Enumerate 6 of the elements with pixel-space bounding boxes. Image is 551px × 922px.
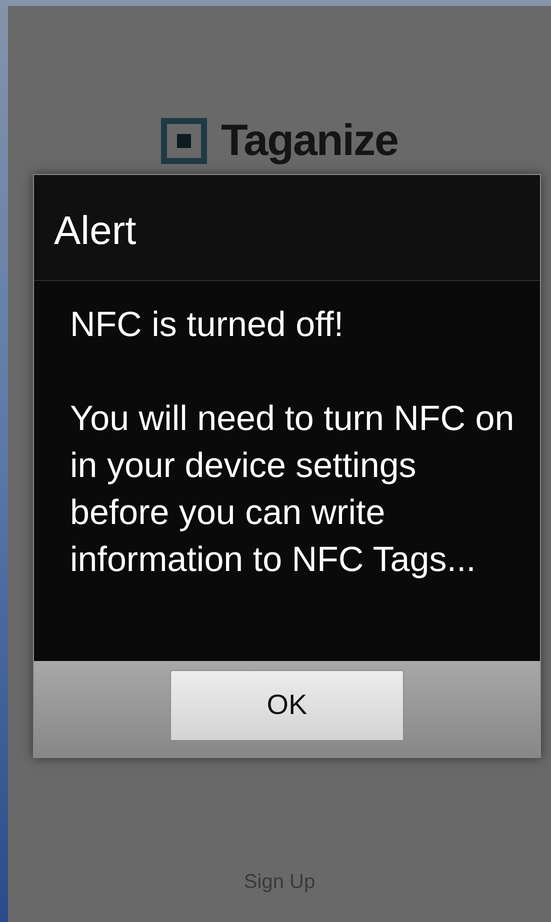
app-logo-text: Taganize [220, 116, 398, 166]
dialog-message: NFC is turned off! [70, 304, 345, 346]
ok-button[interactable]: OK [170, 670, 404, 740]
dialog-message: You will need to turn NFC on in your device settings before you can write information to NFC Tags... [70, 398, 516, 581]
tag-icon [160, 118, 207, 164]
dialog-title: Alert [34, 175, 540, 281]
